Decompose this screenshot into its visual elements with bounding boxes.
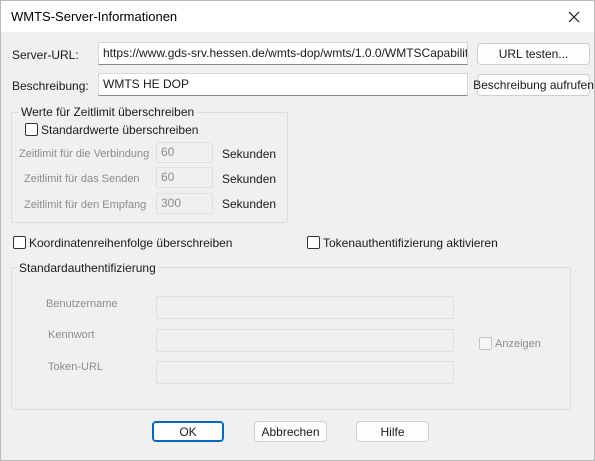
token-url-label: Token-URL bbox=[48, 361, 104, 373]
ok-button[interactable]: OK bbox=[152, 421, 224, 442]
window-title: WMTS-Server-Informationen bbox=[11, 9, 178, 24]
title-bar: WMTS-Server-Informationen bbox=[1, 1, 594, 32]
timeout-send-input[interactable]: 60 bbox=[156, 167, 213, 188]
timeout-send-label: Zeitlimit für das Senden bbox=[24, 173, 140, 185]
timeout-receive-unit: Sekunden bbox=[222, 197, 277, 211]
override-defaults-checkbox[interactable] bbox=[25, 123, 38, 136]
token-auth-checkbox[interactable] bbox=[307, 236, 320, 249]
axis-order-label: Koordinatenreihenfolge überschreiben bbox=[29, 236, 233, 250]
show-password-checkbox[interactable] bbox=[479, 337, 492, 350]
show-password-label: Anzeigen bbox=[495, 338, 541, 350]
password-input[interactable] bbox=[156, 329, 454, 352]
timeout-send-unit: Sekunden bbox=[222, 172, 277, 186]
token-auth-label: Tokenauthentifizierung aktivieren bbox=[323, 236, 498, 250]
username-label: Benutzername bbox=[46, 298, 118, 310]
help-button[interactable]: Hilfe bbox=[356, 421, 429, 442]
server-url-input[interactable]: https://www.gds-srv.hessen.de/wmts-dop/w… bbox=[98, 42, 468, 65]
timeout-connect-label: Zeitlimit für die Verbindung bbox=[19, 148, 150, 160]
username-input[interactable] bbox=[156, 296, 454, 319]
password-label: Kennwort bbox=[48, 329, 95, 341]
server-url-label: Server-URL: bbox=[12, 48, 79, 62]
timeout-receive-input[interactable]: 300 bbox=[156, 193, 213, 214]
close-button[interactable] bbox=[554, 1, 594, 32]
timeout-connect-unit: Sekunden bbox=[222, 147, 277, 161]
close-icon bbox=[568, 11, 580, 22]
override-defaults-label: Standardwerte überschreiben bbox=[41, 123, 199, 137]
auth-group-title: Standardauthentifizierung bbox=[17, 261, 158, 275]
test-url-button[interactable]: URL testen... bbox=[477, 43, 590, 65]
axis-order-checkbox[interactable] bbox=[13, 236, 26, 249]
description-input[interactable]: WMTS HE DOP bbox=[98, 73, 468, 96]
open-description-button[interactable]: Beschreibung aufrufen bbox=[473, 74, 594, 96]
description-label: Beschreibung: bbox=[12, 79, 89, 93]
dialog-window: WMTS-Server-Informationen Server-URL: ht… bbox=[0, 0, 595, 461]
cancel-button[interactable]: Abbrechen bbox=[254, 421, 327, 442]
token-url-input[interactable] bbox=[156, 361, 454, 384]
timeout-group-title: Werte für Zeitlimit überschreiben bbox=[19, 105, 197, 119]
timeout-connect-input[interactable]: 60 bbox=[156, 142, 213, 163]
timeout-receive-label: Zeitlimit für den Empfang bbox=[24, 199, 147, 211]
